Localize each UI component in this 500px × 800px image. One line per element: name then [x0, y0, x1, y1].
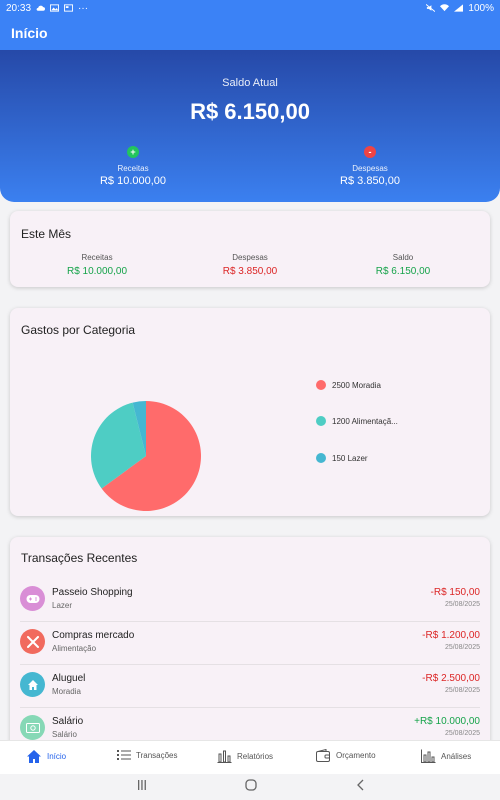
status-bar: 20:33 ··· 100% [0, 0, 500, 16]
status-time: 20:33 [6, 2, 32, 14]
transaction-row[interactable]: Passeio Shopping Lazer -R$ 150,00 25/08/… [10, 579, 490, 622]
pie-chart [91, 401, 201, 511]
expense-value: R$ 3.850,00 [340, 175, 400, 187]
nav-transacoes[interactable]: Transações [117, 749, 178, 761]
income-icon: + [127, 146, 139, 158]
recent-transactions-card: Transações Recentes Passeio Shopping Laz… [10, 537, 490, 752]
nav-label: Orçamento [336, 751, 376, 760]
recent-apps-icon[interactable] [137, 779, 147, 791]
transaction-name: Compras mercado [52, 630, 135, 641]
category-chart-card: Gastos por Categoria 2500 Moradia 1200 A… [10, 308, 490, 516]
back-icon[interactable] [356, 779, 366, 791]
transaction-date: 25/08/2025 [444, 687, 480, 694]
app-notification-icon [64, 4, 74, 12]
expense-icon: - [364, 146, 376, 158]
home-icon [27, 750, 41, 763]
month-balance-label: Saldo [392, 253, 414, 262]
transaction-date: 25/08/2025 [444, 644, 480, 651]
recent-transactions-title: Transações Recentes [21, 551, 138, 565]
month-summary-card: Este Mês Receitas R$ 10.000,00 Despesas … [10, 211, 490, 287]
transaction-row[interactable]: Aluguel Moradia -R$ 2.500,00 25/08/2025 [10, 665, 490, 708]
home-icon [20, 672, 45, 697]
analytics-icon [421, 749, 436, 763]
month-summary-title: Este Mês [21, 227, 72, 241]
month-expense-label: Despesas [232, 253, 268, 262]
transaction-category: Alimentação [52, 644, 97, 653]
transaction-row[interactable]: Compras mercado Alimentação -R$ 1.200,00… [10, 622, 490, 665]
transaction-category: Lazer [52, 601, 73, 610]
legend-label: 150 Lazer [332, 453, 368, 463]
transaction-amount: -R$ 1.200,00 [422, 630, 480, 641]
transaction-amount: -R$ 2.500,00 [422, 673, 480, 684]
transaction-date: 25/08/2025 [444, 601, 480, 608]
battery-level: 100% [468, 2, 494, 14]
month-balance-value: R$ 6.150,00 [375, 266, 431, 277]
legend-item-moradia: 2500 Moradia [316, 380, 381, 390]
mute-icon [426, 4, 436, 12]
transaction-category: Salário [52, 730, 77, 739]
nav-analises[interactable]: Análises [421, 749, 471, 763]
cloud-icon [36, 5, 46, 11]
transaction-name: Passeio Shopping [52, 587, 133, 598]
bottom-navigation: Início Transações Relatórios Orçamento A… [0, 740, 500, 774]
nav-orcamento[interactable]: Orçamento [316, 749, 376, 762]
balance-card: Saldo Atual R$ 6.150,00 + Receitas R$ 10… [0, 50, 500, 202]
month-balance: Saldo R$ 6.150,00 [328, 253, 478, 277]
balance-value: R$ 6.150,00 [190, 99, 310, 124]
expense-summary: - Despesas R$ 3.850,00 [290, 146, 450, 187]
legend-label: 2500 Moradia [332, 380, 381, 390]
list-icon [117, 750, 131, 760]
month-income: Receitas R$ 10.000,00 [22, 253, 172, 277]
gamepad-icon [20, 586, 45, 611]
nav-label: Análises [441, 751, 472, 761]
legend-dot [316, 380, 326, 390]
legend-label: 1200 Alimentaçã... [332, 416, 398, 426]
balance-label: Saldo Atual [222, 77, 278, 89]
transaction-name: Salário [52, 716, 84, 727]
status-more: ··· [78, 2, 89, 14]
nav-relatorios[interactable]: Relatórios [217, 749, 273, 763]
month-income-label: Receitas [81, 253, 113, 262]
income-label: Receitas [117, 164, 149, 173]
signal-icon [454, 4, 464, 12]
legend-dot [316, 416, 326, 426]
image-icon [50, 4, 60, 12]
nav-label: Transações [136, 750, 178, 760]
month-income-value: R$ 10.000,00 [66, 266, 128, 277]
wallet-icon [316, 749, 330, 762]
utensils-icon [20, 629, 45, 654]
page-title: Início [11, 25, 48, 41]
category-chart-title: Gastos por Categoria [21, 323, 136, 337]
legend-dot [316, 453, 326, 463]
transaction-amount: +R$ 10.000,00 [414, 716, 480, 727]
nav-label: Início [47, 752, 67, 761]
legend-item-lazer: 150 Lazer [316, 453, 368, 463]
legend-item-alimentacao: 1200 Alimentaçã... [316, 416, 398, 426]
money-icon [20, 715, 45, 740]
system-navigation-bar [0, 774, 500, 800]
transaction-category: Moradia [52, 687, 81, 696]
expense-label: Despesas [352, 164, 388, 173]
income-value: R$ 10.000,00 [99, 175, 167, 187]
home-button-icon[interactable] [245, 779, 257, 791]
transaction-amount: -R$ 150,00 [430, 587, 480, 598]
bar-chart-icon [217, 750, 232, 763]
month-expense-value: R$ 3.850,00 [222, 266, 278, 277]
income-summary: + Receitas R$ 10.000,00 [53, 146, 213, 187]
wifi-icon [440, 4, 450, 12]
nav-label: Relatórios [237, 751, 274, 761]
transaction-date: 25/08/2025 [444, 730, 480, 737]
month-expense: Despesas R$ 3.850,00 [175, 253, 325, 277]
transaction-name: Aluguel [52, 673, 86, 684]
nav-inicio[interactable]: Início [26, 749, 66, 764]
app-bar: Início [0, 16, 500, 50]
